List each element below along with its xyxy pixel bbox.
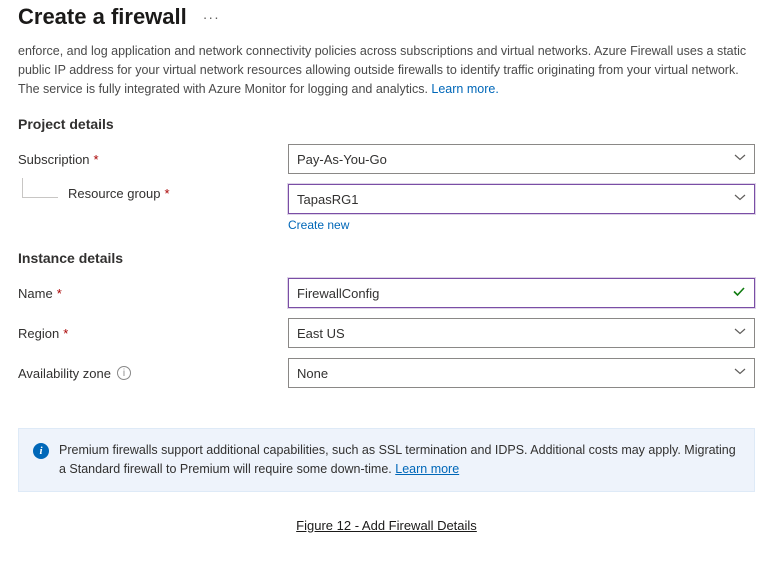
resource-group-label: Resource group bbox=[68, 186, 161, 201]
chevron-down-icon bbox=[734, 192, 746, 207]
instance-details-heading: Instance details bbox=[18, 250, 755, 266]
required-indicator: * bbox=[63, 326, 68, 341]
availability-zone-value: None bbox=[297, 366, 328, 381]
subscription-value: Pay-As-You-Go bbox=[297, 152, 387, 167]
banner-learn-more-link[interactable]: Learn more bbox=[395, 462, 459, 476]
create-new-link[interactable]: Create new bbox=[288, 218, 755, 232]
more-actions-button[interactable]: ··· bbox=[203, 9, 220, 25]
required-indicator: * bbox=[94, 152, 99, 167]
region-value: East US bbox=[297, 326, 345, 341]
name-input[interactable]: FirewallConfig bbox=[288, 278, 755, 308]
intro-text: enforce, and log application and network… bbox=[18, 42, 755, 98]
subscription-label: Subscription* bbox=[18, 152, 288, 167]
availability-zone-select[interactable]: None bbox=[288, 358, 755, 388]
page-title: Create a firewall bbox=[18, 4, 187, 30]
resource-group-label-col: Resource group * bbox=[18, 184, 288, 201]
intro-body: enforce, and log application and network… bbox=[18, 44, 746, 96]
figure-caption: Figure 12 - Add Firewall Details bbox=[18, 518, 755, 533]
chevron-down-icon bbox=[734, 326, 746, 341]
region-label: Region* bbox=[18, 326, 288, 341]
resource-group-select[interactable]: TapasRG1 bbox=[288, 184, 755, 214]
info-icon: i bbox=[33, 443, 49, 459]
intro-learn-more-link[interactable]: Learn more. bbox=[431, 82, 498, 96]
name-label: Name* bbox=[18, 286, 288, 301]
premium-info-banner: i Premium firewalls support additional c… bbox=[18, 428, 755, 492]
resource-group-value: TapasRG1 bbox=[297, 192, 358, 207]
subscription-select[interactable]: Pay-As-You-Go bbox=[288, 144, 755, 174]
region-select[interactable]: East US bbox=[288, 318, 755, 348]
check-icon bbox=[732, 285, 746, 302]
chevron-down-icon bbox=[734, 152, 746, 167]
availability-zone-label: Availability zone i bbox=[18, 366, 288, 381]
chevron-down-icon bbox=[734, 366, 746, 381]
required-indicator: * bbox=[57, 286, 62, 301]
name-value: FirewallConfig bbox=[297, 286, 379, 301]
info-icon[interactable]: i bbox=[117, 366, 131, 380]
project-details-heading: Project details bbox=[18, 116, 755, 132]
required-indicator: * bbox=[165, 186, 170, 201]
tree-branch-icon bbox=[22, 178, 58, 198]
